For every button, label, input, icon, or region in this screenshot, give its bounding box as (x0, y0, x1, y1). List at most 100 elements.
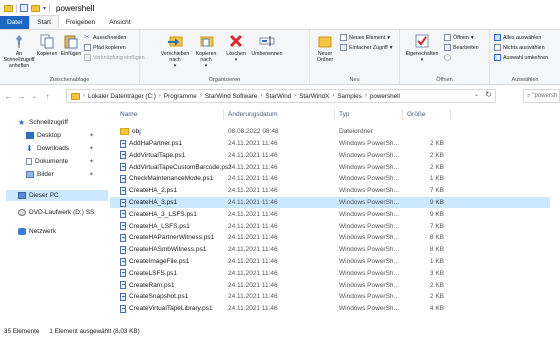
pin-icon[interactable]: ✦ (89, 158, 94, 165)
chevron-down-icon: ▾ (420, 57, 424, 63)
breadcrumb-item[interactable]: StarWind Software (205, 93, 258, 100)
table-row[interactable]: AddHaPartner.ps1 24.11.2021 11:46 Windows … (110, 138, 550, 150)
pin-icon[interactable]: ✦ (89, 145, 94, 152)
tab-file[interactable]: Datei (0, 16, 30, 29)
breadcrumb-item[interactable]: StarWind (265, 93, 291, 100)
chevron-down-icon[interactable]: ▾ (43, 5, 46, 12)
chevron-down-icon: ▾ (173, 63, 177, 69)
file-date: 24.11.2021 11:46 (228, 163, 278, 171)
search-input[interactable]: ⌕ "powersh (523, 89, 560, 103)
tab-share[interactable]: Freigeben (59, 16, 102, 29)
select-none-button[interactable]: Nichts auswählen (494, 44, 545, 51)
forward-arrow-icon[interactable]: → (15, 92, 28, 101)
chevron-down-icon[interactable]: ⌄ (474, 91, 479, 98)
tab-view[interactable]: Ansicht (102, 16, 137, 29)
table-row[interactable]: CreateImageFile.ps1 24.11.2021 11:46 Windo… (110, 256, 550, 268)
column-divider[interactable] (450, 109, 451, 120)
nav-pictures[interactable]: Bilder (26, 171, 54, 178)
easy-access-button[interactable]: Einfacher Zugriff ▾ (340, 44, 392, 51)
script-file-icon (120, 281, 126, 290)
nav-downloads[interactable]: ⬇ Downloads (26, 145, 69, 153)
invert-selection-button[interactable]: Auswahl umkehren (494, 54, 548, 61)
file-name-cell: CheckMaintenanceMode.ps1 (120, 174, 213, 183)
edit-button[interactable]: Bearbeiten (444, 44, 479, 51)
cut-button[interactable]: ✂ Ausschneiden (84, 34, 126, 41)
open-button[interactable]: Öffnen ▾ (444, 34, 473, 41)
file-type: Windows PowerSh... (339, 175, 399, 183)
breadcrumb-separator: › (294, 93, 297, 99)
file-date: 24.11.2021 11:46 (228, 281, 278, 289)
move-to-button[interactable]: Verschieben nach ▾ (160, 33, 190, 69)
column-divider[interactable] (402, 109, 403, 120)
copy-to-icon (200, 36, 214, 47)
column-header-size[interactable]: Größe (407, 111, 425, 118)
new-folder-icon (318, 36, 332, 48)
rename-button[interactable]: Umbenennen (250, 33, 284, 57)
table-row[interactable]: AddVirtualTape.ps1 24.11.2021 11:46 Window… (110, 150, 550, 162)
properties-quick-icon[interactable] (20, 4, 28, 12)
file-type: Windows PowerSh... (339, 187, 399, 195)
back-arrow-icon[interactable]: ← (2, 92, 15, 101)
table-row[interactable]: CreateVirtualTapeLibrary.ps1 24.11.2021 1… (110, 303, 550, 315)
column-header-date[interactable]: Änderungsdatum (228, 111, 278, 118)
column-header-type[interactable]: Typ (339, 111, 349, 118)
copy-to-button[interactable]: Kopieren nach ▾ (192, 33, 220, 69)
table-row[interactable]: CreateHAPartnerWitness.ps1 24.11.2021 11:… (110, 232, 550, 244)
table-row[interactable]: CreateHA_LSFS.ps1 24.11.2021 11:46 Windows… (110, 220, 550, 232)
pin-quick-access-button[interactable]: An Schnellzugriff anheften (3, 33, 35, 69)
file-type: Windows PowerSh... (339, 163, 399, 171)
table-row[interactable]: CreateHA_3.ps1 24.11.2021 11:46 Windows Po… (110, 196, 550, 209)
file-size: 2 KB (429, 293, 444, 301)
column-divider[interactable] (334, 109, 335, 120)
delete-button[interactable]: Löschen ▾ (224, 33, 248, 63)
breadcrumb-item[interactable]: Programme (164, 93, 197, 100)
breadcrumb-item[interactable]: Lokaler Datenträger (C:) (88, 93, 156, 100)
pin-icon[interactable]: ✦ (89, 132, 94, 139)
table-row[interactable]: CreateSnapshot.ps1 24.11.2021 11:46 Window… (110, 291, 550, 303)
nav-label: Schnellzugriff (29, 119, 68, 126)
new-folder-quick-icon[interactable] (31, 4, 40, 12)
column-header-name[interactable]: Name (120, 111, 137, 118)
rename-label: Umbenennen (251, 51, 283, 57)
script-file-icon (120, 292, 126, 301)
breadcrumb-item[interactable]: StarWindX (299, 93, 329, 100)
recent-locations-icon[interactable]: ⌄ (28, 93, 41, 100)
copy-path-button[interactable]: Pfad kopieren (84, 44, 126, 51)
table-row[interactable]: CreateLSFS.ps1 24.11.2021 11:46 Windows Po… (110, 268, 550, 280)
nav-label: Dokumente (35, 158, 69, 165)
column-divider[interactable] (223, 109, 224, 120)
table-row[interactable]: CreateHA_3_LSFS.ps1 24.11.2021 11:46 Windo… (110, 209, 550, 221)
file-name-cell: CreateHA_LSFS.ps1 (120, 222, 190, 231)
tab-home[interactable]: Start (29, 15, 59, 29)
table-row[interactable]: CreateHA_2.ps1 24.11.2021 11:46 Windows Po… (110, 185, 550, 197)
properties-button[interactable]: Eigenschaften ▾ (404, 33, 440, 63)
select-all-button[interactable]: Alles auswählen (494, 34, 541, 41)
nav-desktop[interactable]: Desktop (26, 132, 61, 139)
history-button[interactable] (444, 54, 451, 61)
nav-quick-access[interactable]: ★ Schnellzugriff (18, 119, 68, 127)
copy-button[interactable]: Kopieren (36, 33, 58, 57)
new-folder-button[interactable]: Neuer Ordner (314, 33, 336, 63)
table-row[interactable]: CreateRam.ps1 24.11.2021 11:46 Windows Pow… (110, 279, 550, 291)
table-row[interactable]: AddVirtualTapeCustomBarcode.ps1 24.11.202… (110, 161, 550, 173)
new-item-button[interactable]: Neues Element ▾ (340, 34, 390, 41)
cut-label: Ausschneiden (93, 34, 127, 41)
nav-documents[interactable]: Dokumente (26, 158, 68, 165)
table-row[interactable]: CheckMaintenanceMode.ps1 24.11.2021 11:46… (110, 173, 550, 185)
easy-access-label: Einfacher Zugriff (349, 44, 388, 51)
nav-network[interactable]: Netzwerk (18, 228, 56, 235)
paste-button[interactable]: Einfügen (60, 33, 82, 57)
breadcrumb-item[interactable]: Samples (337, 93, 362, 100)
pin-icon[interactable]: ✦ (89, 171, 94, 178)
table-row[interactable]: obj 08.08.2022 08:48 Dateiordner (110, 126, 550, 138)
address-bar[interactable]: › Lokaler Datenträger (C:) › Programme ›… (66, 89, 496, 103)
up-arrow-icon[interactable]: ↑ (41, 92, 54, 101)
file-name-cell: AddVirtualTapeCustomBarcode.ps1 (120, 163, 232, 172)
refresh-icon[interactable]: ↻ (485, 90, 492, 99)
nav-dvd-drive[interactable]: DVD-Laufwerk (D:) SS (18, 209, 94, 216)
selection-info: 1 Element ausgewählt (8,03 KB) (49, 327, 140, 335)
nav-this-pc[interactable]: Dieser PC (6, 190, 108, 201)
breadcrumb-item[interactable]: powershell (370, 93, 400, 100)
paste-shortcut-button[interactable]: Verknüpfung einfügen (84, 54, 145, 61)
table-row[interactable]: CreateHASmbWitness.ps1 24.11.2021 11:46 Wi… (110, 244, 550, 256)
